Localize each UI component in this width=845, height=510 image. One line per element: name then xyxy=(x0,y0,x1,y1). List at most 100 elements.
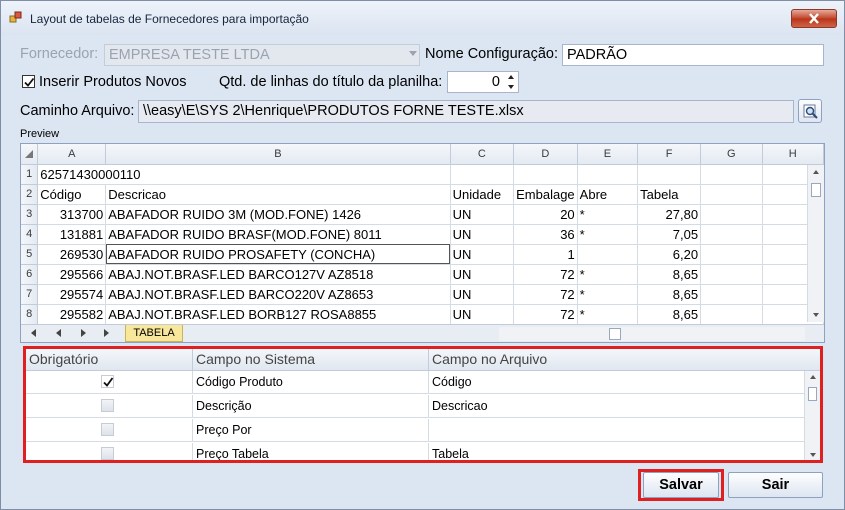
selected-cell[interactable]: ABAFADOR RUIDO PROSAFETY (CONCHA) xyxy=(105,244,451,265)
cell[interactable] xyxy=(700,264,763,285)
prev-sheet-icon[interactable] xyxy=(56,329,61,337)
cell[interactable]: 8,65 xyxy=(637,304,702,325)
scroll-down-icon[interactable] xyxy=(810,453,816,457)
table-row[interactable]: Preço Tabela Tabela xyxy=(26,443,806,460)
sheet-horizontal-scrollbar[interactable] xyxy=(499,327,805,341)
cell[interactable]: 27,80 xyxy=(637,204,702,225)
cell[interactable]: ABAJ.NOT.BRASF.LED BARCO220V AZ8653 xyxy=(105,284,451,305)
header-campo-arquivo[interactable]: Campo no Arquivo xyxy=(432,351,547,367)
cell[interactable]: * xyxy=(577,224,639,245)
cell[interactable]: 1 xyxy=(513,244,578,265)
last-sheet-icon[interactable] xyxy=(104,329,109,337)
cell[interactable]: 295582 xyxy=(37,304,107,325)
cell[interactable]: 295566 xyxy=(37,264,107,285)
table-row[interactable]: Descrição Descricao xyxy=(26,395,806,418)
cell[interactable]: Tabela xyxy=(637,184,702,205)
row-header[interactable]: 7 xyxy=(21,284,39,305)
select-all-corner[interactable] xyxy=(21,144,39,165)
cell[interactable]: 295574 xyxy=(37,284,107,305)
cell[interactable]: 313700 xyxy=(37,204,107,225)
cell[interactable]: UN xyxy=(450,204,515,225)
spin-down-icon[interactable] xyxy=(505,82,517,91)
header-campo-sistema[interactable]: Campo no Sistema xyxy=(196,351,315,367)
cell[interactable]: 62571430000110 xyxy=(37,164,451,185)
cell[interactable]: Código xyxy=(37,184,107,205)
column-header[interactable]: D xyxy=(513,144,578,165)
obrigatorio-checkbox[interactable] xyxy=(101,423,114,436)
cell[interactable]: 36 xyxy=(513,224,578,245)
cell[interactable]: * xyxy=(577,304,639,325)
row-header[interactable]: 4 xyxy=(21,224,39,245)
cell[interactable]: ABAFADOR RUIDO BRASF(MOD.FONE) 8011 xyxy=(105,224,451,245)
inserir-label[interactable]: Inserir Produtos Novos xyxy=(39,74,186,90)
campo-arquivo[interactable]: Código xyxy=(432,375,472,389)
cell[interactable] xyxy=(700,284,763,305)
scroll-down-icon[interactable] xyxy=(813,313,819,317)
cell[interactable]: Unidade xyxy=(450,184,515,205)
cell[interactable] xyxy=(700,304,763,325)
cell[interactable] xyxy=(577,244,639,265)
cell[interactable]: 72 xyxy=(513,264,578,285)
cell[interactable]: * xyxy=(577,264,639,285)
sheet-tab-tabela[interactable]: TABELA xyxy=(125,325,183,342)
cell[interactable] xyxy=(700,224,763,245)
scroll-thumb[interactable] xyxy=(811,183,821,197)
scroll-thumb[interactable] xyxy=(609,328,621,340)
cell[interactable]: 6,20 xyxy=(637,244,702,265)
obrigatorio-checkbox[interactable] xyxy=(101,375,114,388)
cell[interactable]: UN xyxy=(450,244,515,265)
cell[interactable]: UN xyxy=(450,224,515,245)
table-row[interactable]: Código Produto Código xyxy=(26,371,806,394)
spin-buttons[interactable] xyxy=(505,73,517,91)
campo-arquivo[interactable]: Descricao xyxy=(432,399,488,413)
cell[interactable] xyxy=(700,164,763,185)
next-sheet-icon[interactable] xyxy=(81,329,86,337)
column-header[interactable]: E xyxy=(577,144,639,165)
qtd-stepper[interactable]: 0 xyxy=(447,71,519,93)
row-header[interactable]: 2 xyxy=(21,184,39,205)
cell[interactable] xyxy=(700,184,763,205)
column-header[interactable]: H xyxy=(762,144,824,165)
row-header[interactable]: 6 xyxy=(21,264,39,285)
cell[interactable] xyxy=(450,164,515,185)
scroll-up-icon[interactable] xyxy=(810,375,816,379)
column-header[interactable]: F xyxy=(637,144,702,165)
spin-up-icon[interactable] xyxy=(505,73,517,82)
cell[interactable]: 7,05 xyxy=(637,224,702,245)
sheet-vertical-scrollbar[interactable] xyxy=(807,165,824,322)
cell[interactable]: UN xyxy=(450,304,515,325)
caminho-input[interactable]: \\easy\E\SYS 2\Henrique\PRODUTOS FORNE T… xyxy=(138,100,794,123)
browse-button[interactable] xyxy=(798,99,822,123)
cell[interactable]: Descricao xyxy=(105,184,451,205)
column-header[interactable]: G xyxy=(700,144,763,165)
row-header[interactable]: 3 xyxy=(21,204,39,225)
title-bar[interactable]: Layout de tabelas de Fornecedores para i… xyxy=(1,1,844,35)
close-button[interactable] xyxy=(791,9,837,28)
cell[interactable] xyxy=(577,164,639,185)
obrigatorio-checkbox[interactable] xyxy=(101,447,114,460)
scroll-thumb[interactable] xyxy=(808,387,817,401)
cell[interactable]: 72 xyxy=(513,284,578,305)
salvar-button[interactable]: Salvar xyxy=(643,472,719,498)
mapping-vertical-scrollbar[interactable] xyxy=(804,371,820,460)
cell[interactable]: 72 xyxy=(513,304,578,325)
cell[interactable]: Embalage xyxy=(513,184,578,205)
cell[interactable]: ABAJ.NOT.BRASF.LED BORB127 ROSA8855 xyxy=(105,304,451,325)
cell[interactable]: UN xyxy=(450,284,515,305)
cell[interactable]: UN xyxy=(450,264,515,285)
column-header[interactable]: B xyxy=(105,144,451,165)
table-row[interactable]: Preço Por xyxy=(26,419,806,442)
cell[interactable]: 8,65 xyxy=(637,284,702,305)
cell[interactable]: ABAFADOR RUIDO 3M (MOD.FONE) 1426 xyxy=(105,204,451,225)
column-header[interactable]: C xyxy=(450,144,515,165)
scroll-up-icon[interactable] xyxy=(813,170,819,174)
column-header[interactable]: A xyxy=(37,144,107,165)
cell[interactable]: * xyxy=(577,284,639,305)
row-header[interactable]: 1 xyxy=(21,164,39,185)
cell[interactable]: 131881 xyxy=(37,224,107,245)
cell[interactable]: * xyxy=(577,204,639,225)
sair-button[interactable]: Sair xyxy=(728,472,823,498)
cell[interactable]: Abre xyxy=(577,184,639,205)
cell[interactable] xyxy=(513,164,578,185)
nome-config-input[interactable]: PADRÃO xyxy=(562,44,824,66)
